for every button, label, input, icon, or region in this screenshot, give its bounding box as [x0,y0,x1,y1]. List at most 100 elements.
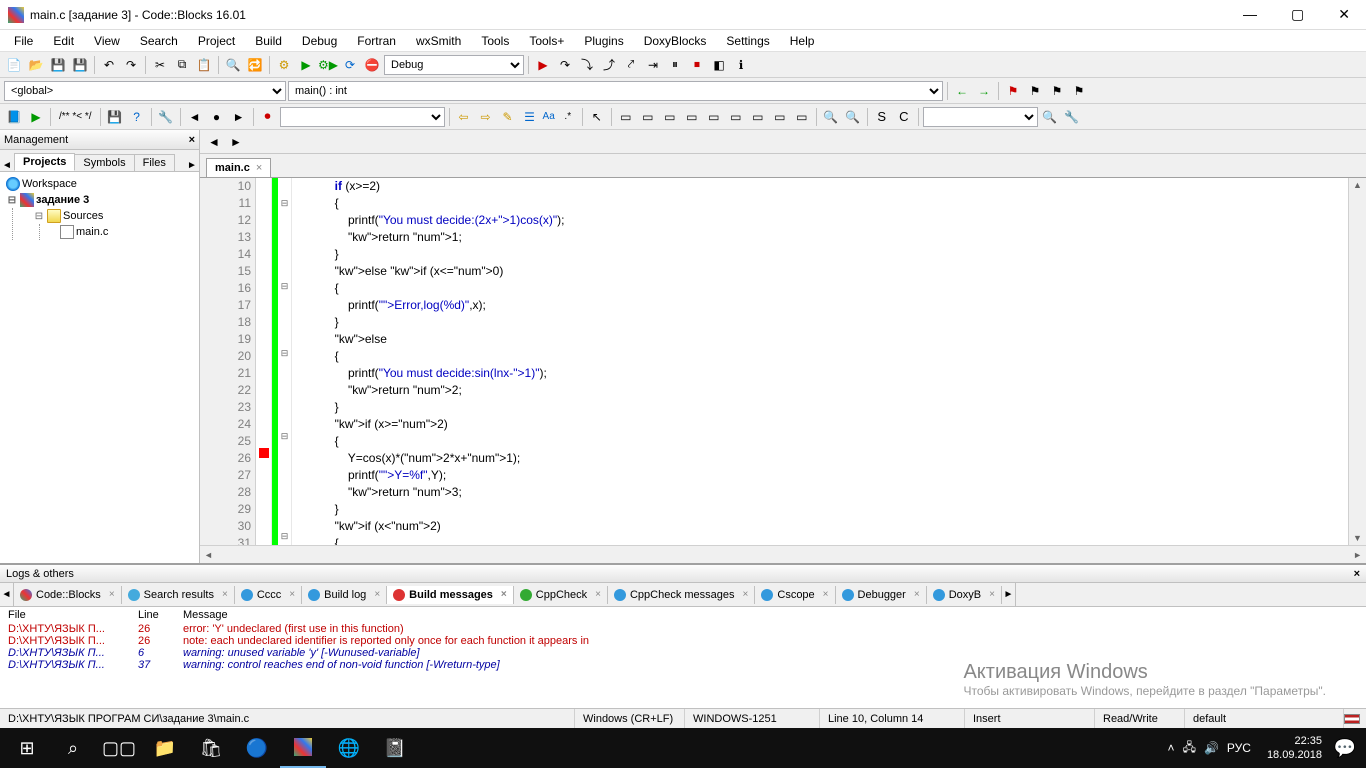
nav-stop-icon[interactable]: ● [207,107,227,127]
replace-icon[interactable]: 🔁 [245,55,265,75]
tab-files[interactable]: Files [134,154,175,171]
code-editor[interactable]: 1011121314151617181920212223242526272829… [200,178,1366,545]
tray-up-icon[interactable]: ˄ [1168,741,1175,755]
tab-symbols[interactable]: Symbols [74,154,134,171]
tree-file-main[interactable]: main.c [56,224,197,240]
debug-break-icon[interactable]: ⏸ [665,55,685,75]
log-tab-search-results[interactable]: Search results× [122,586,235,604]
menu-build[interactable]: Build [245,32,292,50]
log-tab-build-messages[interactable]: Build messages× [387,586,514,604]
tab-projects[interactable]: Projects [14,153,75,171]
search-icon[interactable]: ⌕ [50,728,96,768]
comment-style-icon[interactable]: /** *< */ [55,107,96,127]
rect7-icon[interactable]: ▭ [748,107,768,127]
rect8-icon[interactable]: ▭ [770,107,790,127]
project-tree[interactable]: Workspace ⊟ задание 3 ⊟ Sources main.c [0,172,199,563]
search-go-icon[interactable]: 🔍 [1040,107,1060,127]
macro-select[interactable] [280,107,445,127]
log-tab-cccc[interactable]: Cccc× [235,586,302,604]
letter-s-icon[interactable]: S [872,107,892,127]
menu-tools[interactable]: Tools [471,32,519,50]
record-icon[interactable]: ⏺ [258,107,278,127]
help-icon[interactable]: ? [127,107,147,127]
chrome-icon[interactable]: 🔵 [234,728,280,768]
arrow-right-yellow-icon[interactable]: ⇨ [476,107,496,127]
menu-help[interactable]: Help [780,32,825,50]
tab-close-icon[interactable]: × [256,162,262,174]
tray-language[interactable]: РУС [1227,741,1251,755]
arrow-left-yellow-icon[interactable]: ⇦ [454,107,474,127]
doxy-icon[interactable]: 📘 [4,107,24,127]
rect2-icon[interactable]: ▭ [638,107,658,127]
undo-icon[interactable]: ↶ [99,55,119,75]
new-file-icon[interactable]: 📄 [4,55,24,75]
expander-icon[interactable]: ⊟ [6,195,18,206]
mgmt-tab-scroll-left[interactable]: ◄ [0,160,14,171]
debug-stop-icon[interactable]: ⏹ [687,55,707,75]
debug-step-out-icon[interactable]: ⤤ [621,55,641,75]
system-tray[interactable]: ˄ 🖧 🔊 РУС [1158,738,1261,759]
menu-view[interactable]: View [84,32,130,50]
vertical-scrollbar[interactable] [1348,178,1366,545]
pointer-icon[interactable]: ↖ [587,107,607,127]
log-tab-cscope[interactable]: Cscope× [755,586,835,604]
maximize-button[interactable]: ▢ [1283,4,1312,25]
nav-prev-icon[interactable]: ◄ [185,107,205,127]
menu-doxyblocks[interactable]: DoxyBlocks [634,32,717,50]
letter-c-icon[interactable]: C [894,107,914,127]
editor-bar-back-icon[interactable]: ◄ [204,132,224,152]
editor-tab-main[interactable]: main.c × [206,158,271,177]
menu-tools+[interactable]: Tools+ [519,32,574,50]
log-tab-code-blocks[interactable]: Code::Blocks× [14,586,122,604]
notepad-icon[interactable]: 📓 [372,728,418,768]
nav-back-icon[interactable]: ← [952,81,972,101]
log-tab-cppcheck-messages[interactable]: CppCheck messages× [608,586,755,604]
tree-workspace[interactable]: Workspace [2,176,197,192]
tray-network-icon[interactable]: 🖧 [1183,738,1196,759]
menu-edit[interactable]: Edit [43,32,84,50]
log-body[interactable]: File Line Message D:\ХНТУ\ЯЗЫК П...26err… [0,607,1366,708]
management-close-icon[interactable]: × [189,134,195,146]
file-explorer-icon[interactable]: 📁 [142,728,188,768]
nav-next-icon[interactable]: ► [229,107,249,127]
rect6-icon[interactable]: ▭ [726,107,746,127]
log-tab-scroll-left[interactable]: ◄ [0,583,14,606]
log-row[interactable]: D:\ХНТУ\ЯЗЫК П...26error: 'Y' undeclared… [0,623,1366,635]
tree-project[interactable]: ⊟ задание 3 [2,192,197,208]
task-view-icon[interactable]: ▢▢ [96,728,142,768]
code-lines[interactable]: if (x>=2) { printf("You must decide:(2x+… [292,178,1348,545]
doxy-run-icon[interactable]: ▶ [26,107,46,127]
codeblocks-taskbar-icon[interactable] [280,728,326,768]
text-aa-icon[interactable]: Aa [542,107,556,127]
bookmark-next-icon[interactable]: ⚑ [1047,81,1067,101]
logs-close-icon[interactable]: × [1354,568,1360,580]
debug-info-icon[interactable]: ℹ [731,55,751,75]
open-icon[interactable]: 📂 [26,55,46,75]
debug-step-over-icon[interactable]: ⤴ [599,55,619,75]
store-icon[interactable]: 🛍 [188,728,234,768]
debug-continue-icon[interactable]: ↷ [555,55,575,75]
zoom-out-icon[interactable]: 🔍 [843,107,863,127]
save-icon[interactable]: 💾 [48,55,68,75]
log-row[interactable]: D:\ХНТУ\ЯЗЫК П...6warning: unused variab… [0,647,1366,659]
marker-column[interactable] [256,178,272,545]
save-blue-icon[interactable]: 💾 [105,107,125,127]
start-button[interactable]: ⊞ [4,728,50,768]
fold-column[interactable]: ⊟⊟⊟⊟⊟ [278,178,292,545]
nav-forward-icon[interactable]: → [974,81,994,101]
zoom-in-icon[interactable]: 🔍 [821,107,841,127]
paste-icon[interactable]: 📋 [194,55,214,75]
find-icon[interactable]: 🔍 [223,55,243,75]
settings-icon[interactable]: 🔧 [156,107,176,127]
cut-icon[interactable]: ✂ [150,55,170,75]
rect9-icon[interactable]: ▭ [792,107,812,127]
bookmark-flag-red-icon[interactable]: ⚑ [1003,81,1023,101]
log-tab-debugger[interactable]: Debugger× [836,586,927,604]
horizontal-scrollbar[interactable]: ◄► [200,545,1366,563]
regex-icon[interactable]: .* [558,107,578,127]
minimize-button[interactable]: — [1235,4,1265,25]
abort-icon[interactable]: ⛔ [362,55,382,75]
bookmark-prev-icon[interactable]: ⚑ [1025,81,1045,101]
menu-fortran[interactable]: Fortran [347,32,406,50]
editor-bar-fwd-icon[interactable]: ► [226,132,246,152]
